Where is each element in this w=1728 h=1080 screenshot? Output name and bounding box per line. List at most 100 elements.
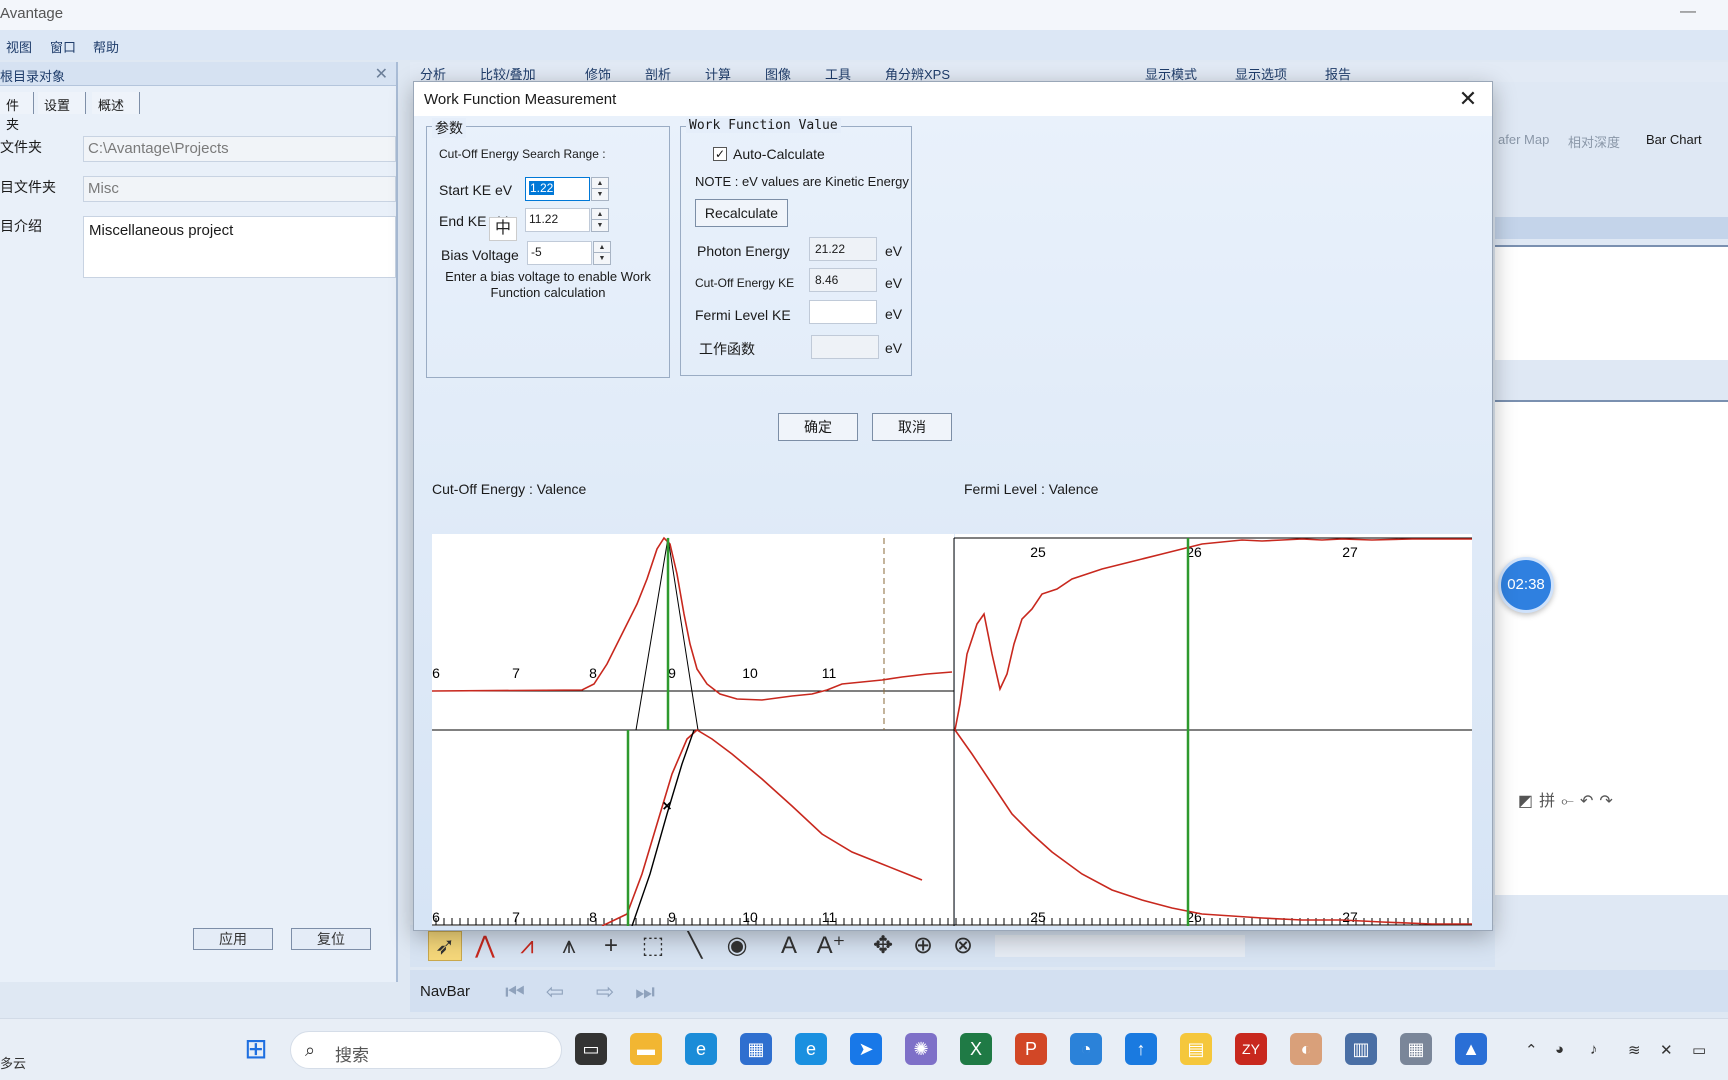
- tab-arxps[interactable]: 角分辨XPS: [885, 64, 950, 82]
- tab-folder[interactable]: 件夹: [0, 92, 34, 132]
- mute-icon[interactable]: ✕: [1660, 1041, 1673, 1059]
- notes-icon[interactable]: ▤: [1180, 1033, 1212, 1065]
- chevron-up-icon[interactable]: ⌃: [1525, 1041, 1538, 1059]
- first-icon[interactable]: ⏮: [500, 978, 530, 1006]
- cutoff-point-marker[interactable]: ×: [662, 798, 671, 815]
- file-explorer-icon[interactable]: ▬: [630, 1033, 662, 1065]
- feishu-icon[interactable]: ➤: [850, 1033, 882, 1065]
- weather-text[interactable]: 多云: [0, 1053, 26, 1072]
- description-field[interactable]: Miscellaneous project: [83, 216, 396, 278]
- excel-icon[interactable]: X: [960, 1033, 992, 1065]
- taskbar-search[interactable]: ⌕ 搜索: [290, 1031, 562, 1069]
- close-icon[interactable]: ✕: [375, 64, 388, 84]
- tab-wafer-map[interactable]: afer Map: [1498, 132, 1549, 147]
- folder-field[interactable]: C:\Avantage\Projects: [83, 136, 396, 162]
- spin-down-icon[interactable]: ▼: [594, 253, 610, 264]
- calculator-icon[interactable]: ▦: [1400, 1033, 1432, 1065]
- dialog-titlebar[interactable]: Work Function Measurement ✕: [414, 82, 1492, 116]
- menu-help[interactable]: 帮助: [93, 37, 119, 56]
- pdf-icon[interactable]: ◩: [1518, 793, 1539, 810]
- crosshair-icon[interactable]: +: [594, 931, 628, 961]
- tab-bar-chart[interactable]: Bar Chart: [1646, 132, 1702, 147]
- microphone-icon[interactable]: ♪: [1590, 1041, 1598, 1058]
- start-ke-spinner[interactable]: ▲ ▼: [591, 177, 609, 201]
- undo-icon[interactable]: ↶: [1580, 793, 1599, 810]
- last-icon[interactable]: ⏭: [630, 978, 660, 1006]
- zoom-out-icon[interactable]: ⊗: [946, 931, 980, 961]
- move-icon[interactable]: ✥: [866, 931, 900, 961]
- tab-report[interactable]: 报告: [1325, 64, 1351, 82]
- close-icon[interactable]: ✕: [1454, 85, 1482, 113]
- toolbar-field[interactable]: [995, 935, 1245, 957]
- fermi-level-field[interactable]: [809, 300, 877, 324]
- line-icon[interactable]: ╲: [678, 931, 712, 961]
- menu-window[interactable]: 窗口: [50, 37, 76, 56]
- region-icon[interactable]: ⬚: [636, 931, 670, 961]
- auto-calculate-checkbox[interactable]: ✓: [713, 147, 727, 161]
- peak-multi-icon[interactable]: ⩚: [552, 931, 586, 961]
- spin-down-icon[interactable]: ▼: [592, 189, 608, 200]
- redo-icon[interactable]: ↷: [1599, 793, 1618, 810]
- end-ke-input[interactable]: 11.22: [525, 208, 590, 232]
- ie-icon[interactable]: e: [795, 1033, 827, 1065]
- tab-image[interactable]: 图像: [765, 64, 791, 82]
- qq-icon[interactable]: ◕: [1555, 1041, 1564, 1058]
- tab-display-options[interactable]: 显示选项: [1235, 64, 1287, 82]
- pinyin-icon[interactable]: 拼: [1539, 793, 1561, 810]
- bias-voltage-input[interactable]: -5: [527, 241, 592, 265]
- zoom-in-icon[interactable]: ⊕: [906, 931, 940, 961]
- work-function-plots[interactable]: 6 7 8 9 10 11 6 7 8 9 10 11 25 26 27 25 …: [432, 534, 1472, 926]
- spin-down-icon[interactable]: ▼: [592, 220, 608, 231]
- work-function-field[interactable]: [811, 335, 879, 359]
- spin-up-icon[interactable]: ▲: [592, 209, 608, 220]
- notepad-icon[interactable]: ▥: [1345, 1033, 1377, 1065]
- zy-icon[interactable]: ZY: [1235, 1033, 1267, 1065]
- ok-button[interactable]: 确定: [778, 413, 858, 441]
- tab-analysis[interactable]: 分析: [420, 64, 446, 82]
- peak-fit-icon[interactable]: ⩘: [510, 931, 544, 961]
- photo-icon[interactable]: ◐: [1290, 1033, 1322, 1065]
- photon-energy-field[interactable]: 21.22: [809, 237, 877, 261]
- spin-up-icon[interactable]: ▲: [592, 178, 608, 189]
- battery-icon[interactable]: ▭: [1692, 1041, 1706, 1059]
- tab-settings[interactable]: 设置: [38, 92, 86, 114]
- apply-button[interactable]: 应用: [193, 928, 273, 950]
- prev-icon[interactable]: ⇦: [540, 978, 570, 1006]
- reset-button[interactable]: 复位: [291, 928, 371, 950]
- tab-modify[interactable]: 修饰: [585, 64, 611, 82]
- cutoff-energy-field[interactable]: 8.46: [809, 268, 877, 292]
- tab-compare[interactable]: 比较/叠加: [480, 64, 536, 82]
- minimize-button[interactable]: —: [1678, 2, 1698, 22]
- edge-icon[interactable]: e: [685, 1033, 717, 1065]
- recalculate-button[interactable]: Recalculate: [695, 199, 788, 227]
- start-icon[interactable]: ⊞: [240, 1033, 272, 1065]
- tab-relative-depth[interactable]: 相对深度: [1568, 132, 1620, 151]
- menu-view[interactable]: 视图: [6, 37, 32, 56]
- peak-icon[interactable]: ⋀: [468, 931, 502, 961]
- pointer-icon[interactable]: ➶: [428, 931, 462, 961]
- store-icon[interactable]: ▦: [740, 1033, 772, 1065]
- start-ke-input[interactable]: 1.22: [525, 177, 590, 201]
- tab-profile[interactable]: 剖析: [645, 64, 671, 82]
- end-ke-spinner[interactable]: ▲ ▼: [591, 208, 609, 232]
- subfolder-field[interactable]: Misc: [83, 176, 396, 202]
- timer-badge[interactable]: 02:38: [1498, 557, 1554, 613]
- text-icon[interactable]: A: [772, 931, 806, 961]
- spin-up-icon[interactable]: ▲: [594, 242, 610, 253]
- avantage-icon[interactable]: ▲: [1455, 1033, 1487, 1065]
- tab-display-mode[interactable]: 显示模式: [1145, 64, 1197, 82]
- text-plus-icon[interactable]: A⁺: [814, 931, 848, 961]
- app-icon[interactable]: ✺: [905, 1033, 937, 1065]
- task-view-icon[interactable]: ▭: [575, 1033, 607, 1065]
- powerpoint-icon[interactable]: P: [1015, 1033, 1047, 1065]
- baidu-icon[interactable]: ↑: [1125, 1033, 1157, 1065]
- cancel-button[interactable]: 取消: [872, 413, 952, 441]
- tab-overview[interactable]: 概述: [92, 92, 140, 114]
- bias-voltage-spinner[interactable]: ▲ ▼: [593, 241, 611, 265]
- eye-icon[interactable]: ◉: [720, 931, 754, 961]
- chat-icon[interactable]: ◔: [1070, 1033, 1102, 1065]
- next-icon[interactable]: ⇨: [590, 978, 620, 1006]
- tab-calculate[interactable]: 计算: [705, 64, 731, 82]
- wifi-icon[interactable]: ≋: [1628, 1041, 1641, 1059]
- tab-tools[interactable]: 工具: [825, 64, 851, 82]
